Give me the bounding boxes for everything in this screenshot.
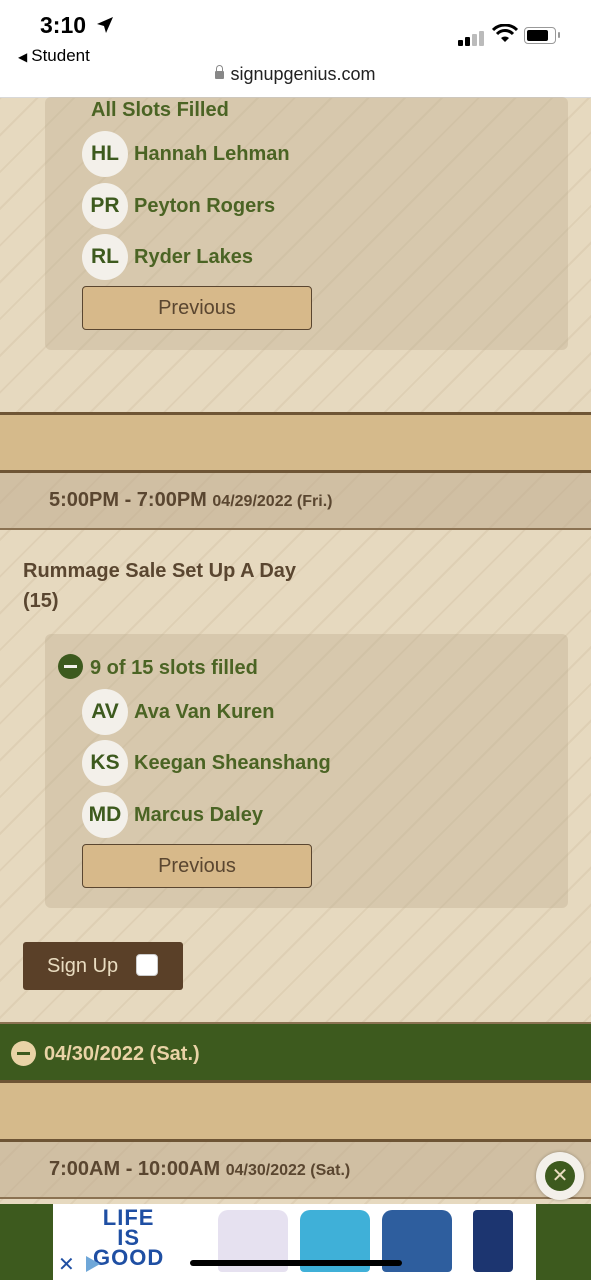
cellular-signal-icon [458, 28, 486, 46]
timeslot-time: 5:00PM - 7:00PM 04/29/2022 (Fri.) [49, 489, 332, 512]
back-to-app-link[interactable]: ◀ Student [18, 46, 90, 66]
logo-line: GOOD [93, 1245, 165, 1270]
time-range: 5:00PM - 7:00PM [49, 489, 207, 511]
slot-title: Rummage Sale Set Up A Day (15) [23, 556, 296, 616]
sign-up-label: Sign Up [47, 955, 119, 977]
timeslot-date: 04/29/2022 (Fri.) [212, 493, 333, 510]
ad-logo: LIFE IS GOOD [93, 1207, 165, 1270]
battery-icon [524, 27, 560, 44]
participant-name: Ryder Lakes [134, 246, 253, 268]
avatar: AV [82, 689, 128, 735]
participant-name: Ava Van Kuren [134, 701, 275, 723]
home-indicator [190, 1260, 402, 1266]
avatar: MD [82, 792, 128, 838]
avatar: RL [82, 234, 128, 280]
timeslot-header: 7:00AM - 10:00AM 04/30/2022 (Sat.) [0, 1142, 591, 1199]
panel-heading: 9 of 15 slots filled [90, 656, 258, 679]
wifi-icon [492, 24, 518, 42]
avatar: HL [82, 131, 128, 177]
previous-button[interactable]: Previous [82, 844, 312, 888]
sign-up-button[interactable]: Sign Up [23, 942, 183, 990]
close-ad-button[interactable]: ✕ [536, 1152, 584, 1200]
avatar: PR [82, 183, 128, 229]
url-text: signupgenius.com [230, 64, 376, 84]
date-header[interactable]: 04/30/2022 (Sat.) [0, 1022, 591, 1082]
ad-close-icon[interactable]: ✕ [58, 1252, 75, 1277]
section-divider [0, 412, 591, 473]
timeslot-date: 04/30/2022 (Sat.) [225, 1162, 351, 1179]
participant-name: Marcus Daley [134, 804, 263, 826]
slot-title-text: Rummage Sale Set Up A Day [23, 560, 297, 582]
participant-name: Hannah Lehman [134, 143, 290, 165]
slot-count: (15) [23, 590, 59, 612]
back-triangle-icon: ◀ [18, 50, 28, 64]
date-header-text: 04/30/2022 (Sat.) [44, 1043, 200, 1065]
previous-button[interactable]: Previous [82, 286, 312, 330]
participant-name: Peyton Rogers [134, 195, 276, 217]
timeslot-header: 5:00PM - 7:00PM 04/29/2022 (Fri.) [0, 473, 591, 530]
slots-toggle[interactable]: 9 of 15 slots filled [58, 654, 258, 681]
panel-heading: All Slots Filled [91, 99, 229, 121]
pants-image [473, 1210, 513, 1272]
collapse-icon[interactable] [58, 654, 83, 679]
time-range: 7:00AM - 10:00AM [49, 1158, 221, 1180]
address-bar[interactable]: signupgenius.com [0, 64, 591, 85]
location-arrow-icon [97, 17, 113, 33]
ad-choices-icon[interactable] [86, 1256, 100, 1272]
participant-name: Keegan Sheanshang [134, 752, 331, 774]
collapse-icon[interactable] [11, 1041, 36, 1066]
avatar: KS [82, 740, 128, 786]
lock-icon [215, 65, 225, 79]
sign-up-checkbox[interactable] [136, 954, 158, 976]
close-icon: ✕ [545, 1161, 575, 1191]
ad-content[interactable]: LIFE IS GOOD [53, 1204, 536, 1280]
clock: 3:10 [40, 12, 87, 38]
timeslot-time: 7:00AM - 10:00AM 04/30/2022 (Sat.) [49, 1158, 350, 1181]
section-divider [0, 1080, 591, 1142]
back-label: Student [31, 46, 90, 65]
status-bar: 3:10 ◀ Student signupgenius.com [0, 0, 591, 98]
